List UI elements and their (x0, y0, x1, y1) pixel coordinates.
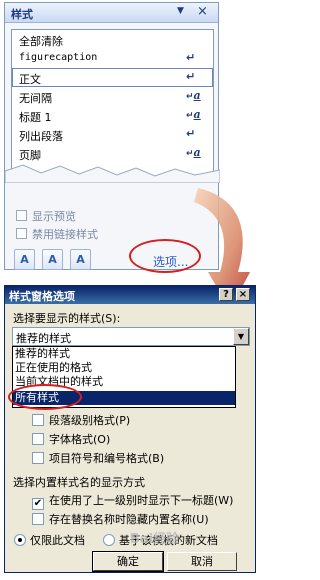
radio-dot (103, 534, 115, 546)
select-styles-label: 选择要显示的样式(S): (13, 312, 121, 325)
hide-builtin-name-checkbox[interactable]: 存在替换名称时隐藏内置名称(U) (32, 511, 209, 527)
checkbox-box (32, 414, 44, 426)
watermark-logo: Bai经验 (130, 532, 180, 547)
show-preview-checkbox[interactable]: 显示预览 (16, 208, 76, 224)
builtin-names-section-label: 选择内置样式名的显示方式 (13, 476, 145, 489)
style-inspector-icon: A (48, 253, 57, 266)
style-item-label: 无间隔 (19, 92, 52, 105)
annotation-ellipse (8, 384, 82, 410)
linked-style-icon: ↵a (186, 146, 201, 159)
styles-to-show-select[interactable]: 推荐的样式 ▼ (12, 327, 250, 346)
bullet-format-checkbox[interactable]: 项目符号和编号格式(B) (32, 450, 164, 466)
ok-button[interactable]: 确定 (92, 551, 164, 572)
paragraph-mark-icon: ↵ (186, 127, 196, 140)
checkbox-box (16, 228, 27, 239)
dropdown-option[interactable]: 推荐的样式 (13, 347, 235, 361)
disable-linked-label: 禁用链接样式 (32, 228, 98, 241)
paragraph-mark-icon: ↵ (186, 70, 196, 83)
style-item-label: 正文 (19, 73, 41, 86)
style-item-label: 标题 1 (19, 111, 52, 124)
checkbox-box (16, 210, 27, 221)
style-item-label: 列出段落 (19, 130, 63, 143)
cancel-button[interactable]: 取消 (167, 552, 237, 571)
checkbox-label: 存在替换名称时隐藏内置名称(U) (49, 513, 209, 526)
checkbox-label: 项目符号和编号格式(B) (49, 452, 165, 465)
dialog-title: 样式窗格选项 (9, 290, 75, 303)
select-value: 推荐的样式 (16, 332, 71, 345)
dialog-titlebar: 样式窗格选项 ? × (5, 286, 255, 304)
linked-style-icon: ↵a (186, 89, 201, 102)
style-item-label: figurecaption (19, 52, 98, 63)
styles-pane-title: 样式 (11, 8, 33, 21)
checkbox-label: 字体格式(O) (49, 433, 111, 446)
style-item-clear-all[interactable]: 全部清除 (12, 30, 213, 49)
style-list: 全部清除 figurecaption ↵ 正文 ↵ 无间隔 ↵a 标题 1 ↵a… (11, 29, 214, 179)
style-item-no-spacing[interactable]: 无间隔 ↵a (12, 87, 213, 106)
style-item-figurecaption[interactable]: figurecaption ↵ (12, 49, 213, 68)
paragraph-format-checkbox[interactable]: 段落级别格式(P) (32, 412, 130, 428)
style-inspector-button[interactable]: A (42, 249, 63, 270)
dialog-close-icon[interactable]: × (236, 288, 250, 301)
style-item-list-paragraph[interactable]: 列出段落 ↵ (12, 125, 213, 144)
style-item-heading-1[interactable]: 标题 1 ↵a (12, 106, 213, 125)
disable-linked-styles-checkbox[interactable]: 禁用链接样式 (16, 226, 98, 242)
checkbox-label: 在使用了上一级别时显示下一标题(W) (49, 494, 234, 507)
font-format-checkbox[interactable]: 字体格式(O) (32, 431, 110, 447)
new-style-button[interactable]: A (14, 249, 35, 270)
show-preview-label: 显示预览 (32, 210, 76, 223)
show-next-heading-checkbox[interactable]: ✔ 在使用了上一级别时显示下一标题(W) (32, 492, 233, 510)
checkbox-box (32, 452, 44, 464)
style-item-label: 全部清除 (19, 35, 63, 48)
pane-close-icon[interactable]: × (197, 4, 208, 19)
radio-dot (14, 534, 26, 546)
styles-pane-titlebar: 样式 ▼ × (5, 3, 218, 23)
checkbox-box (32, 513, 44, 525)
checkbox-box (32, 433, 44, 445)
checkmark-icon: ✔ (32, 498, 44, 510)
new-style-icon: A (20, 253, 29, 266)
chevron-down-icon[interactable]: ▼ (233, 328, 249, 345)
radio-label: 仅限此文档 (30, 534, 85, 547)
pane-menu-chevron-down-icon[interactable]: ▼ (177, 6, 184, 16)
only-this-document-radio[interactable]: 仅限此文档 (14, 532, 85, 548)
help-icon[interactable]: ? (219, 288, 233, 301)
dropdown-option[interactable]: 正在使用的格式 (13, 361, 235, 375)
style-item-normal[interactable]: 正文 ↵ (12, 68, 213, 87)
paragraph-mark-icon: ↵ (186, 51, 196, 64)
linked-style-icon: ↵a (186, 108, 201, 121)
checkbox-label: 段落级别格式(P) (49, 414, 131, 427)
manage-styles-icon: A (76, 253, 85, 266)
manage-styles-button[interactable]: A (70, 249, 91, 270)
